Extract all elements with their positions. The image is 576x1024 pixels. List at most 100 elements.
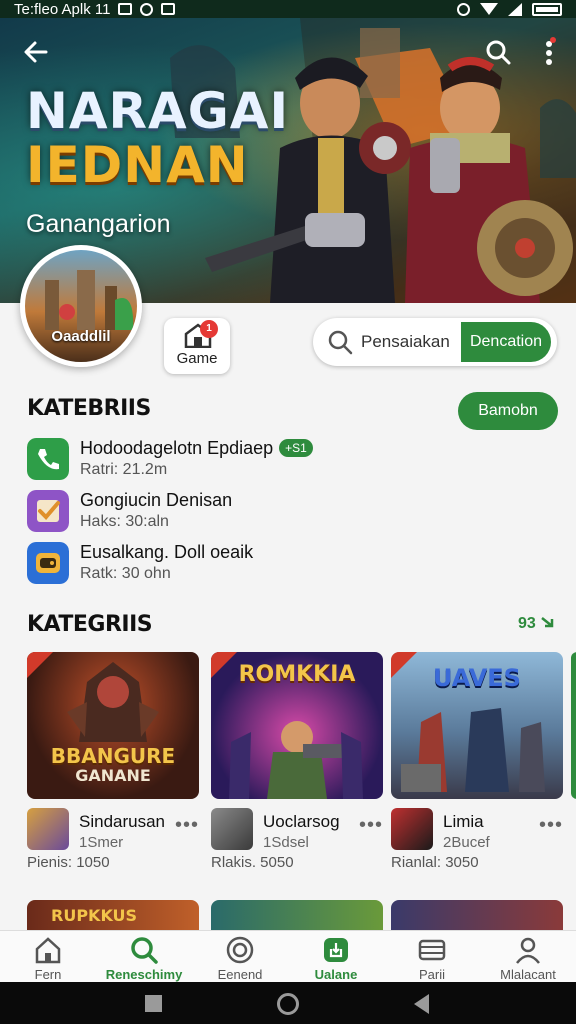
game-thumbnail-subtitle: GANANE bbox=[75, 766, 151, 785]
recent-apps-icon[interactable] bbox=[145, 995, 162, 1012]
list-item-title-text: Hodoodagelotn Epdiaep bbox=[80, 438, 274, 458]
back-button[interactable] bbox=[22, 38, 54, 70]
app-notification-icon bbox=[161, 3, 176, 15]
list-item-meta: Haks: 30:aln bbox=[80, 513, 169, 530]
nav-item-target[interactable]: Eenend bbox=[192, 931, 288, 982]
sync-icon bbox=[140, 2, 154, 16]
see-all-count: 93 bbox=[518, 615, 536, 632]
list-item[interactable]: Eusalkang. Doll oeaik Ratk: 30 ohn bbox=[27, 540, 547, 588]
game-thumbnail-title: ROMKKIA bbox=[238, 662, 356, 687]
target-icon bbox=[226, 936, 254, 964]
bottom-navigation: Fern Reneschimy Eenend Ualane Parii Mlal… bbox=[0, 930, 576, 982]
game-mini-icon bbox=[391, 808, 433, 850]
game-subtitle: 1Sdsel bbox=[263, 834, 309, 851]
search-submit-button[interactable]: Dencation bbox=[461, 322, 551, 362]
home-icon bbox=[35, 937, 61, 964]
more-horizontal-icon[interactable]: ••• bbox=[539, 814, 563, 837]
game-thumbnail-title: UAVES bbox=[433, 664, 521, 692]
game-mini-icon bbox=[211, 808, 253, 850]
section-title-games: KATEGRIIS bbox=[27, 612, 153, 637]
system-navigation-bar bbox=[0, 982, 576, 1024]
phone-icon bbox=[27, 438, 69, 480]
game-category-chip[interactable]: 1 Game bbox=[164, 318, 230, 374]
game-card[interactable]: ROMKKIA Uoclarsog 1Sdsel ••• Rlakis. 505… bbox=[211, 652, 383, 877]
search-icon bbox=[131, 937, 158, 964]
list-item-meta: Ratk: 30 ohn bbox=[80, 565, 171, 582]
signal-icon bbox=[508, 2, 522, 16]
game-thumbnail[interactable]: UAVES bbox=[391, 652, 563, 799]
stack-icon bbox=[418, 939, 446, 961]
section-action-button[interactable]: Bamobn bbox=[458, 392, 558, 430]
game-card[interactable]: BBANGURE GANANE Sindarusan 1Smer ••• Pie… bbox=[27, 652, 199, 877]
game-subtitle: 2Bucef bbox=[443, 834, 490, 851]
nav-label: Eenend bbox=[217, 967, 263, 982]
section-title-categories: KATEBRIIS bbox=[27, 396, 151, 421]
carrier-text: Te:fleo Aplk 11 bbox=[14, 0, 111, 18]
game-thumbnail[interactable]: ROMKKIA bbox=[211, 652, 383, 799]
avatar-label: Oaaddlil bbox=[51, 328, 111, 345]
battery-icon bbox=[532, 2, 562, 16]
avatar-artwork bbox=[45, 270, 134, 330]
back-triangle-icon[interactable] bbox=[414, 994, 429, 1014]
search-icon bbox=[486, 40, 511, 65]
status-bar: Te:fleo Aplk 11 bbox=[0, 0, 576, 18]
list-item[interactable]: Gongiucin Denisan Haks: 30:aln bbox=[27, 488, 547, 536]
game-name: Sindarusan bbox=[79, 812, 166, 831]
game-subtitle: 1Smer bbox=[79, 834, 124, 851]
nav-item-profile[interactable]: Mlalacant bbox=[480, 931, 576, 982]
game-thumbnail-title: RUPKKUS bbox=[51, 906, 138, 925]
nav-item-download[interactable]: Ualane bbox=[288, 931, 384, 982]
game-thumbnail-title: BBANGURE bbox=[50, 744, 176, 768]
list-item-title: Hodoodagelotn Epdiaep +S1 bbox=[80, 438, 313, 459]
more-vertical-icon bbox=[546, 37, 556, 65]
gamepad-icon bbox=[27, 542, 69, 584]
game-stat: Pienis: 1050 bbox=[27, 854, 110, 871]
list-item-meta: Ratri: 21.2m bbox=[80, 461, 168, 478]
avatar[interactable]: Oaaddlil bbox=[20, 245, 142, 367]
list-item-title: Gongiucin Denisan bbox=[80, 490, 233, 510]
see-all-link[interactable]: 93 bbox=[518, 615, 554, 633]
nav-item-stack[interactable]: Parii bbox=[384, 931, 480, 982]
search-icon bbox=[328, 330, 353, 355]
hero-title-line2: IEDNAN bbox=[26, 136, 249, 194]
game-name: Limia bbox=[443, 812, 484, 831]
next-card-peek[interactable] bbox=[571, 652, 576, 799]
download-icon bbox=[324, 938, 348, 962]
more-horizontal-icon[interactable]: ••• bbox=[175, 814, 199, 837]
game-stat: Rlakis. 5050 bbox=[211, 854, 294, 871]
wifi-icon bbox=[480, 3, 498, 15]
list-item[interactable]: Hodoodagelotn Epdiaep +S1 Ratri: 21.2m bbox=[27, 436, 547, 484]
arrow-down-right-icon bbox=[541, 617, 554, 628]
vibrate-icon bbox=[457, 2, 470, 16]
list-item-title: Eusalkang. Doll oeaik bbox=[80, 542, 254, 562]
search-bar[interactable]: Pensaiakan Dencation bbox=[313, 318, 557, 366]
notification-icon bbox=[118, 3, 133, 15]
more-options-button[interactable] bbox=[542, 36, 556, 70]
game-thumbnail[interactable]: BBANGURE GANANE bbox=[27, 652, 199, 799]
list-item-tag: +S1 bbox=[279, 439, 313, 457]
hero-title-line1: NARAGAI bbox=[26, 82, 290, 140]
hero-subtitle: Ganangarion bbox=[26, 210, 171, 238]
app-screen: Te:fleo Aplk 11 NARAGAI IEDNAN Ganangari… bbox=[0, 0, 576, 1024]
nav-label: Parii bbox=[418, 967, 445, 982]
game-card[interactable]: UAVES Limia 2Bucef ••• Rianlal: 3050 bbox=[391, 652, 563, 877]
person-icon bbox=[516, 937, 540, 964]
hero-search-button[interactable] bbox=[484, 38, 514, 68]
game-stat: Rianlal: 3050 bbox=[391, 854, 479, 871]
nav-label: Reneschimy bbox=[105, 967, 183, 982]
game-mini-icon bbox=[27, 808, 69, 850]
nav-label: Ualane bbox=[314, 967, 358, 982]
nav-label: Fern bbox=[34, 967, 62, 982]
hero-title: NARAGAI IEDNAN bbox=[26, 84, 289, 192]
notification-badge: 1 bbox=[200, 320, 218, 338]
arrow-left-icon bbox=[24, 41, 48, 63]
game-chip-label: Game bbox=[176, 350, 218, 367]
search-input[interactable]: Pensaiakan bbox=[361, 332, 450, 352]
more-horizontal-icon[interactable]: ••• bbox=[359, 814, 383, 837]
nav-label: Mlalacant bbox=[500, 967, 556, 982]
nav-item-home[interactable]: Fern bbox=[0, 931, 96, 982]
game-name: Uoclarsog bbox=[263, 812, 340, 831]
nav-item-search[interactable]: Reneschimy bbox=[96, 931, 192, 982]
check-icon bbox=[27, 490, 69, 532]
home-circle-icon[interactable] bbox=[277, 993, 299, 1015]
